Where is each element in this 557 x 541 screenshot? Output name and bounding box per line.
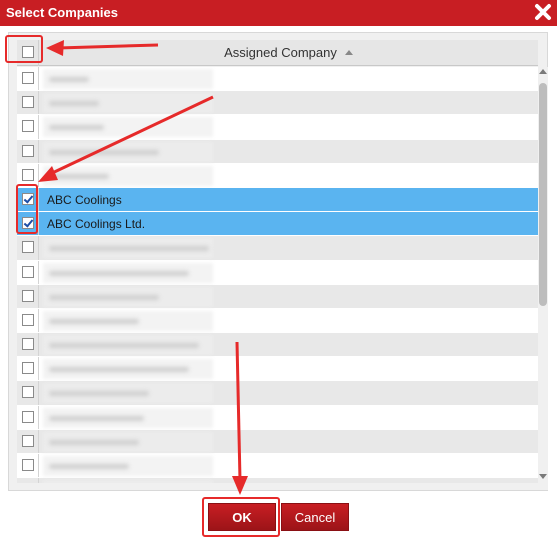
table-row[interactable] — [17, 260, 538, 285]
redacted-text — [49, 101, 99, 107]
row-checkbox-cell — [17, 381, 39, 405]
scroll-thumb[interactable] — [539, 83, 547, 306]
table-row[interactable] — [17, 115, 538, 140]
table-row[interactable]: ABC Coolings — [17, 187, 538, 213]
table-row[interactable] — [17, 308, 538, 334]
row-checkbox-cell — [17, 284, 39, 308]
table-row[interactable] — [17, 405, 538, 430]
dialog-title: Select Companies — [6, 5, 118, 20]
table-row[interactable] — [17, 284, 538, 309]
row-checkbox[interactable] — [22, 265, 34, 278]
companies-grid: Assigned Company ABC Coolings ABC Cooling… — [8, 32, 548, 491]
scroll-up-arrow-icon[interactable] — [539, 69, 547, 74]
row-checkbox[interactable] — [22, 72, 34, 84]
row-checkbox-cell — [17, 454, 39, 478]
table-row[interactable] — [17, 454, 538, 479]
scroll-down-arrow-icon[interactable] — [539, 474, 547, 479]
redacted-text — [49, 343, 199, 349]
row-checkbox-cell — [17, 115, 39, 139]
sort-ascending-icon — [344, 50, 353, 55]
redacted-text — [49, 77, 89, 82]
row-checkbox[interactable] — [22, 410, 34, 423]
row-checkbox-cell — [17, 260, 39, 284]
horizontal-scrollbar[interactable] — [17, 483, 548, 490]
company-name: ABC Coolings Ltd. — [47, 217, 146, 232]
row-checkbox[interactable] — [22, 459, 34, 471]
redacted-text — [49, 294, 159, 300]
row-checkbox[interactable] — [22, 386, 34, 399]
annotation-box-checked-rows — [16, 184, 38, 234]
company-name: ABC Coolings — [47, 192, 122, 207]
table-row[interactable]: ABC Coolings Ltd. — [17, 212, 538, 237]
redacted-text — [49, 439, 139, 445]
row-checkbox-cell — [17, 357, 39, 381]
column-header-assigned-company[interactable]: Assigned Company — [39, 40, 538, 66]
redacted-text — [49, 173, 109, 179]
redacted-text — [49, 415, 144, 421]
table-row[interactable] — [17, 91, 538, 116]
table-row[interactable] — [17, 163, 538, 188]
redacted-text — [49, 125, 104, 131]
annotation-box-ok-button — [202, 497, 280, 537]
row-checkbox[interactable] — [22, 289, 34, 302]
row-checkbox[interactable] — [22, 434, 34, 447]
row-checkbox-cell — [17, 236, 39, 260]
row-checkbox-cell — [17, 429, 39, 453]
table-row[interactable] — [17, 139, 538, 164]
dialog-titlebar: Select Companies — [0, 0, 557, 26]
redacted-text — [49, 270, 189, 276]
row-checkbox[interactable] — [22, 338, 34, 351]
redacted-text — [49, 367, 189, 373]
row-checkbox-cell — [17, 67, 39, 91]
row-checkbox[interactable] — [22, 362, 34, 375]
redacted-text — [49, 246, 209, 252]
column-header-label: Assigned Company — [224, 45, 337, 60]
close-icon[interactable] — [533, 2, 553, 22]
vertical-scrollbar[interactable] — [538, 67, 548, 483]
row-checkbox-cell — [17, 333, 39, 357]
row-checkbox-cell — [17, 405, 39, 429]
row-checkbox[interactable] — [22, 168, 34, 181]
table-row[interactable] — [17, 429, 538, 454]
row-checkbox-cell — [17, 308, 39, 333]
row-checkbox[interactable] — [22, 313, 34, 326]
table-row[interactable] — [17, 381, 538, 406]
table-row[interactable] — [17, 67, 538, 92]
select-companies-dialog: Select Companies Assigned Company ABC Co… — [0, 0, 557, 541]
cancel-button[interactable]: Cancel — [281, 503, 349, 531]
table-row[interactable] — [17, 357, 538, 382]
annotation-box-select-all — [5, 35, 43, 63]
row-checkbox[interactable] — [22, 120, 34, 133]
redacted-text — [49, 149, 159, 155]
redacted-text — [49, 464, 129, 469]
row-checkbox[interactable] — [22, 241, 34, 254]
table-row[interactable] — [17, 236, 538, 261]
redacted-text — [49, 391, 149, 397]
row-checkbox[interactable] — [22, 96, 34, 109]
grid-header: Assigned Company — [17, 40, 538, 66]
redacted-text — [49, 318, 139, 324]
row-checkbox-cell — [17, 139, 39, 163]
grid-rows: ABC Coolings ABC Coolings Ltd. — [17, 67, 538, 483]
row-checkbox[interactable] — [22, 144, 34, 157]
table-row[interactable] — [17, 333, 538, 358]
row-checkbox-cell — [17, 91, 39, 115]
